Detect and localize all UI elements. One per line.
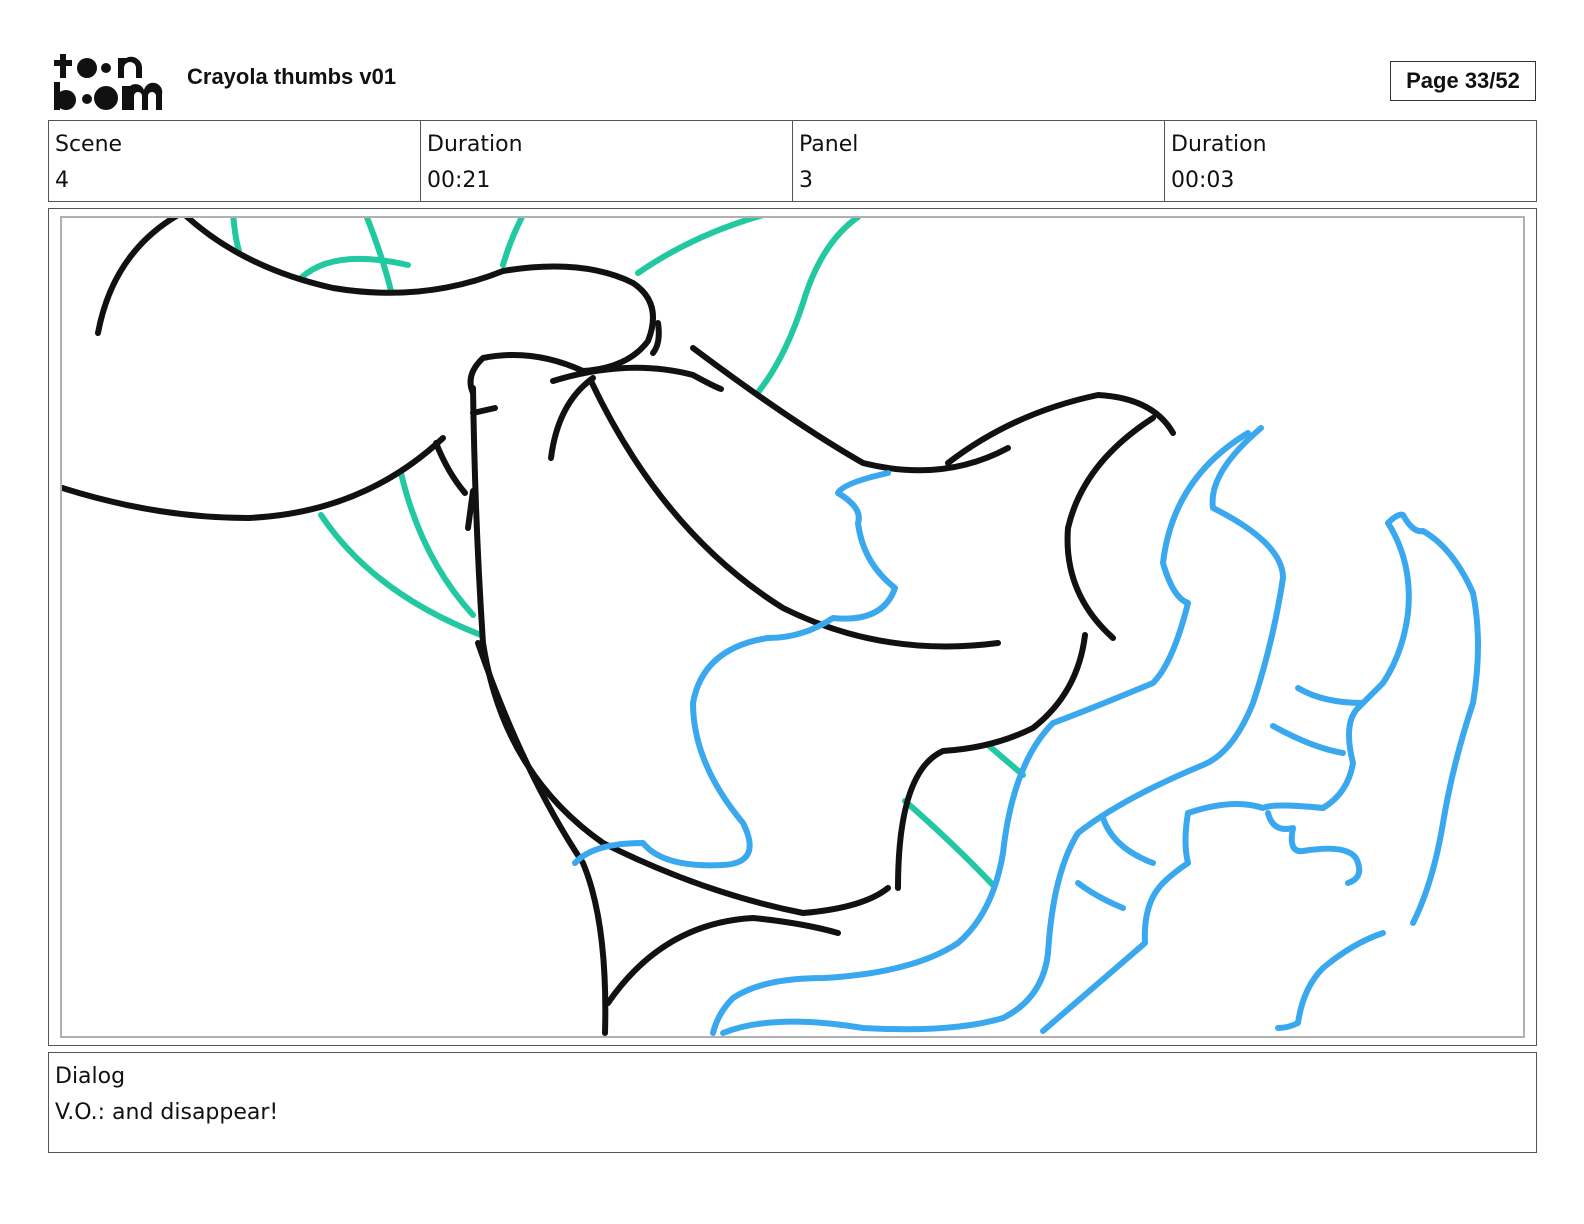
storyboard-frame xyxy=(48,208,1537,1046)
storyboard-canvas xyxy=(60,216,1525,1038)
teal-sketch-lines xyxy=(230,218,1026,888)
dialog-box: Dialog V.O.: and disappear! xyxy=(48,1052,1537,1153)
panel-duration-cell: Duration 00:03 xyxy=(1165,121,1536,201)
document-title: Crayola thumbs v01 xyxy=(187,64,397,89)
scene-value: 4 xyxy=(55,168,69,193)
scene-label: Scene xyxy=(55,132,123,157)
panel-label: Panel xyxy=(799,132,859,157)
black-sketch-lines xyxy=(62,218,1176,1036)
panel-info-table: Scene 4 Duration 00:21 Panel 3 Duration … xyxy=(48,120,1537,202)
page-number-badge: Page 33/52 xyxy=(1390,61,1536,101)
scene-cell: Scene 4 xyxy=(49,121,421,201)
scene-duration-label: Duration xyxy=(427,132,523,157)
scene-duration-cell: Duration 00:21 xyxy=(421,121,793,201)
panel-duration-value: 00:03 xyxy=(1171,168,1235,193)
toonboom-logo xyxy=(54,54,163,110)
sketch-drawing xyxy=(62,218,1481,1036)
panel-duration-label: Duration xyxy=(1171,132,1267,157)
dialog-text: V.O.: and disappear! xyxy=(55,1100,279,1125)
logo-mark xyxy=(54,54,163,110)
panel-value: 3 xyxy=(799,168,813,193)
panel-cell: Panel 3 xyxy=(793,121,1165,201)
scene-duration-value: 00:21 xyxy=(427,168,491,193)
dialog-label: Dialog xyxy=(55,1064,126,1089)
